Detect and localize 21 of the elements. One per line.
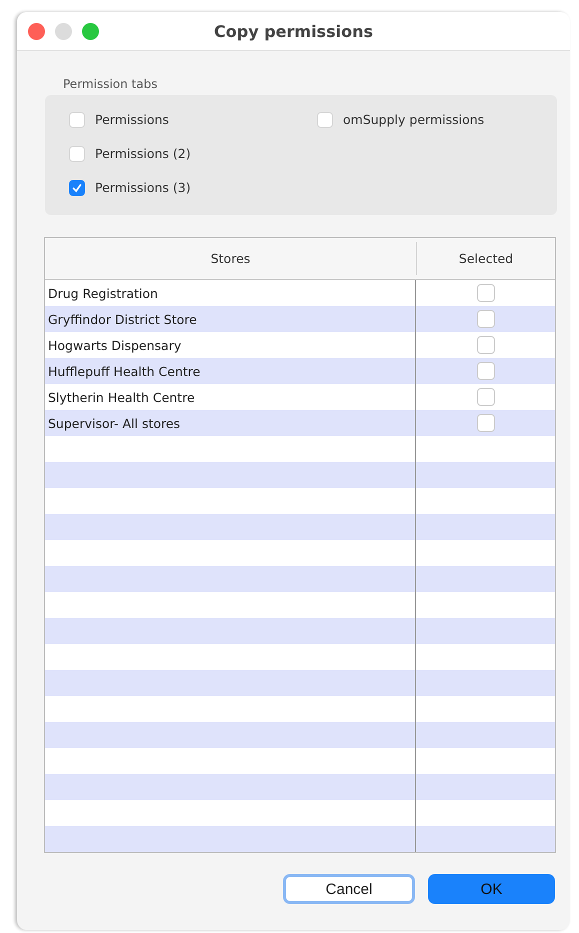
window-title: Copy permissions xyxy=(214,22,373,40)
ok-button[interactable]: OK xyxy=(428,874,555,904)
zoom-icon[interactable] xyxy=(82,22,99,40)
column-header[interactable]: Selected xyxy=(417,238,555,279)
checkbox[interactable] xyxy=(69,180,85,196)
checkbox-label: Permissions (3) xyxy=(95,180,191,195)
close-icon[interactable] xyxy=(28,22,45,40)
group-label: Permission tabs xyxy=(63,77,158,91)
checkbox[interactable] xyxy=(476,414,494,432)
checkbox[interactable] xyxy=(476,284,494,302)
checkbox-label: omSupply permissions xyxy=(343,112,484,127)
checkbox[interactable] xyxy=(476,336,494,354)
minimize-icon[interactable] xyxy=(55,22,72,40)
column-header[interactable]: Stores xyxy=(45,242,417,275)
checkmark-icon xyxy=(71,182,83,194)
checkbox-label: Permissions xyxy=(95,112,169,127)
checkbox[interactable] xyxy=(476,362,494,380)
cancel-button[interactable]: Cancel xyxy=(283,874,415,904)
checkbox[interactable] xyxy=(476,388,494,406)
checkbox-label: Permissions (2) xyxy=(95,146,191,161)
checkbox[interactable] xyxy=(476,310,494,328)
